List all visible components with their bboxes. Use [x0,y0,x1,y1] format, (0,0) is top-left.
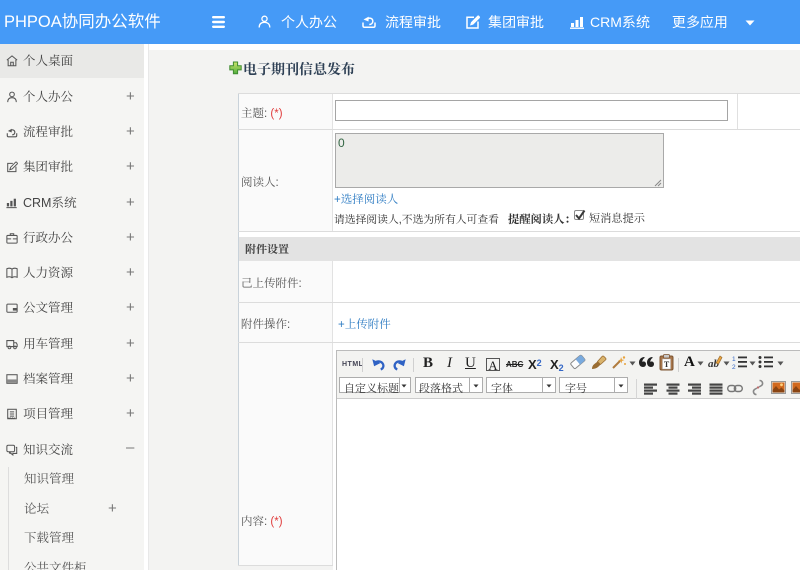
svg-text:1: 1 [732,356,736,363]
svg-text:T: T [664,360,670,369]
svg-text:2: 2 [732,364,736,370]
